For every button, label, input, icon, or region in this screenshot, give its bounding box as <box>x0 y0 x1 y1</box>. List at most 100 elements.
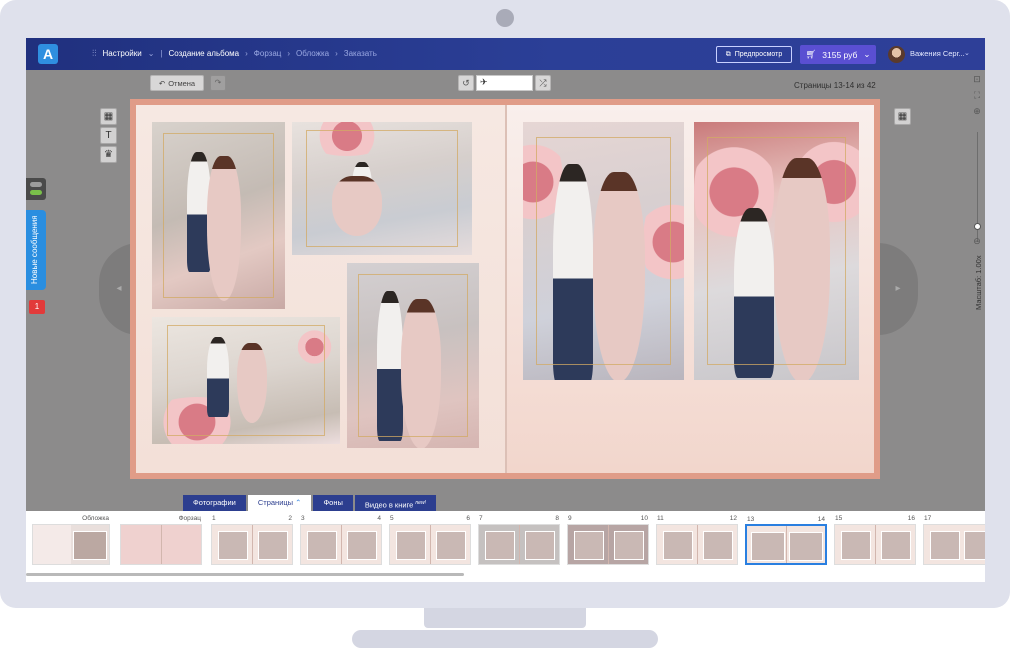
photo-slot[interactable] <box>152 122 285 309</box>
toggle-widget[interactable] <box>26 178 46 200</box>
thumbnail-label: Форзац <box>178 515 201 522</box>
page-number: 8 <box>555 515 559 522</box>
thumbnail-spread[interactable]: 11 12 <box>656 515 738 565</box>
rotate-left-button[interactable]: ↺ <box>458 75 474 91</box>
flowers-decor <box>292 327 337 367</box>
album-spread[interactable] <box>130 99 880 479</box>
thumbnail-label: Обложка <box>82 515 109 522</box>
new-messages-tab[interactable]: Новые сообщения <box>26 210 46 290</box>
thumbnail-spread[interactable]: 7 8 <box>478 515 560 565</box>
layout-grid-icon[interactable]: ▦ <box>100 108 117 125</box>
thumbnail-photo <box>396 531 426 560</box>
preview-button[interactable]: ⧉ Предпросмотр <box>716 46 792 63</box>
thumbnail-forzac[interactable]: Форзац <box>120 515 202 565</box>
username[interactable]: Вaжения Серг... <box>910 49 965 58</box>
page-number: 5 <box>390 515 394 522</box>
preview-icon: ⧉ <box>725 50 731 58</box>
thumbnail-spread[interactable]: 3 4 <box>300 515 382 565</box>
bride-figure <box>401 299 441 448</box>
photo-slot[interactable] <box>694 122 859 380</box>
monitor-stand-base <box>352 630 658 648</box>
top-nav-bar: A ⫶⫶ Настройки ⌄ | Создание альбома › Фо… <box>26 38 985 70</box>
page-spine <box>505 105 507 473</box>
thumbnail-spread[interactable]: 9 10 <box>567 515 649 565</box>
thumbnail-spread[interactable]: 17 <box>923 515 985 565</box>
thumbnail-fold <box>875 525 876 564</box>
crown-icon[interactable]: ♛ <box>100 146 117 163</box>
thumbnail-spread-selected[interactable]: 13 14 <box>745 516 827 565</box>
tab-pages-label: Страницы <box>257 498 294 507</box>
page-selector[interactable]: ✈ <box>476 75 533 91</box>
avatar[interactable] <box>888 46 905 63</box>
thumbnail-spread[interactable]: 15 16 <box>834 515 916 565</box>
thumbnail-photo <box>663 531 693 560</box>
preview-label: Предпросмотр <box>734 51 783 58</box>
nav-cover[interactable]: Обложка <box>296 49 329 58</box>
layout-grid-icon[interactable]: ▦ <box>894 108 911 125</box>
tab-video[interactable]: Видео в книге new! <box>354 495 436 511</box>
new-messages-label: Новые сообщения <box>30 215 39 284</box>
messages-badge[interactable]: 1 <box>29 300 45 314</box>
horizontal-scrollbar[interactable] <box>26 573 464 576</box>
thumbnail-spread[interactable]: 5 6 <box>389 515 471 565</box>
page-number: 12 <box>729 515 737 522</box>
nav-settings[interactable]: Настройки <box>103 49 142 58</box>
fullscreen-icon[interactable]: ⛶ <box>972 90 982 100</box>
cart-button[interactable]: 🛒︎ 3155 руб ⌄ <box>800 45 876 64</box>
fit-icon[interactable]: ⊡ <box>972 74 982 84</box>
photo-slot[interactable] <box>347 263 479 448</box>
text-tool-icon[interactable]: T <box>100 127 117 144</box>
undo-icon: ↶ <box>158 78 166 88</box>
page-number: 6 <box>466 515 470 522</box>
page-number: 13 <box>747 516 755 523</box>
flowers-decor <box>302 122 392 156</box>
photo-slot[interactable] <box>292 122 472 255</box>
tab-photos[interactable]: Фотографии <box>183 495 246 511</box>
thumbnail-fold <box>161 525 162 564</box>
settings-icon[interactable]: ⫶⫶ <box>92 48 97 59</box>
chevron-right-icon: › <box>245 49 248 58</box>
undo-label: Отмена <box>168 78 196 88</box>
page-number: 7 <box>479 515 483 522</box>
chevron-right-icon: › <box>287 49 291 58</box>
thumbnail-photo <box>964 531 985 560</box>
nav-forzac[interactable]: Форзац <box>254 49 282 58</box>
tab-backgrounds[interactable]: Фоны <box>313 495 353 511</box>
toggle-on <box>30 190 42 195</box>
zoom-in-icon[interactable]: ⊕ <box>972 106 982 116</box>
page-number: 10 <box>640 515 648 522</box>
bride-figure <box>237 343 267 423</box>
divider: | <box>160 49 163 58</box>
groom-figure <box>553 164 593 380</box>
photo-slot[interactable] <box>523 122 684 380</box>
thumbnail-photo <box>574 531 604 560</box>
nav-create-album[interactable]: Создание альбома <box>169 49 240 58</box>
page-number: 2 <box>288 515 292 522</box>
editor-screen: A ⫶⫶ Настройки ⌄ | Создание альбома › Фо… <box>26 38 985 582</box>
next-page-arrow[interactable]: ▸ <box>878 243 918 335</box>
thumbnail-cover[interactable]: Обложка <box>32 515 110 565</box>
nav-order[interactable]: Заказать <box>344 49 377 58</box>
photo-slot[interactable] <box>152 317 340 444</box>
thumbnail-spread[interactable]: 1 2 <box>211 515 293 565</box>
monitor-stand-neck <box>424 608 586 628</box>
page-number: 17 <box>924 515 932 522</box>
new-badge: new! <box>415 500 426 506</box>
flowers-decor <box>694 122 774 262</box>
tab-pages[interactable]: Страницы ⌃ <box>247 495 312 511</box>
undo-button[interactable]: ↶ Отмена <box>150 75 204 91</box>
chevron-down-icon[interactable]: ⌄ <box>964 49 970 57</box>
zoom-out-icon[interactable]: ⊖ <box>972 236 982 246</box>
thumbnail-fold <box>519 525 520 564</box>
zoom-slider-handle[interactable] <box>974 223 981 230</box>
shuffle-button[interactable]: ⤮ <box>535 75 551 91</box>
redo-button[interactable]: ↷ <box>210 75 226 91</box>
thumbnail-photo <box>347 531 377 560</box>
page-number: 16 <box>907 515 915 522</box>
page-number: 11 <box>657 515 664 522</box>
page-number: 15 <box>835 515 843 522</box>
groom-figure <box>734 208 774 378</box>
thumbnail-photo <box>218 531 248 560</box>
groom-figure <box>377 291 403 441</box>
app-logo[interactable]: A <box>38 44 58 64</box>
